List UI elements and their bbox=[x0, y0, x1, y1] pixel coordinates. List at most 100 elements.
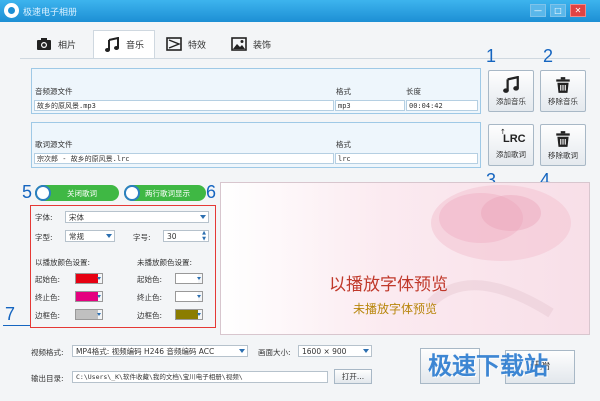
chevron-down-icon bbox=[197, 295, 201, 298]
color-swatch bbox=[176, 274, 198, 283]
toggle-knob bbox=[124, 185, 140, 201]
maximize-button[interactable]: □ bbox=[550, 4, 566, 17]
played-border-color-picker[interactable] bbox=[75, 309, 103, 320]
tab-label: 音乐 bbox=[126, 41, 145, 51]
effects-icon bbox=[166, 37, 182, 51]
remove-music-button[interactable]: 移除音乐 bbox=[540, 70, 586, 112]
app-logo-icon bbox=[4, 3, 19, 18]
played-preview-text: 以播放字体预览 bbox=[329, 275, 448, 295]
chevron-down-icon bbox=[106, 234, 112, 238]
unplayed-end-label: 终止色: bbox=[137, 293, 163, 302]
font-style-select[interactable]: 常规 bbox=[65, 230, 115, 242]
tab-divider bbox=[20, 58, 590, 59]
tab-photos[interactable]: 相片 bbox=[36, 30, 76, 58]
remove-lyrics-button[interactable]: 移除歌词 bbox=[540, 124, 586, 166]
picture-icon bbox=[231, 37, 247, 51]
output-dir-label: 输出目录: bbox=[31, 374, 64, 383]
frame-size-label: 画面大小: bbox=[258, 348, 291, 357]
column-header-length: 长度 bbox=[406, 87, 421, 96]
open-folder-button[interactable]: 打开... bbox=[334, 369, 372, 384]
annotation-6: 6 bbox=[206, 182, 217, 202]
unplayed-start-color-picker[interactable] bbox=[175, 273, 203, 284]
color-swatch bbox=[76, 274, 98, 283]
toggle-knob bbox=[35, 185, 51, 201]
played-start-color-picker[interactable] bbox=[75, 273, 103, 284]
size-value: 30 bbox=[167, 232, 177, 241]
frame-size-value: 1600 × 900 bbox=[302, 347, 347, 356]
lrc-icon: ↑ LRC bbox=[500, 128, 526, 145]
camera-icon bbox=[37, 38, 51, 50]
output-dir-field[interactable]: C:\Users\_K\软件收藏\我的文档\宝川电子相册\视频\ bbox=[72, 371, 328, 383]
column-header-format: 格式 bbox=[336, 87, 351, 96]
button-label: 添加歌词 bbox=[496, 150, 526, 159]
color-swatch bbox=[76, 292, 98, 301]
unplayed-start-label: 起始色: bbox=[137, 275, 163, 284]
audio-file-cell[interactable]: 故乡的原风景.mp3 bbox=[34, 100, 334, 111]
frame-size-select[interactable]: 1600 × 900 bbox=[298, 345, 372, 357]
video-format-label: 视频格式: bbox=[31, 348, 64, 357]
audio-format-cell[interactable]: mp3 bbox=[335, 100, 405, 111]
played-end-color-picker[interactable] bbox=[75, 291, 103, 302]
add-lyrics-button[interactable]: ↑ LRC 添加歌词 bbox=[488, 124, 534, 166]
add-music-button[interactable]: 添加音乐 bbox=[488, 70, 534, 112]
chevron-down-icon bbox=[200, 215, 206, 219]
music-note-icon bbox=[503, 76, 519, 93]
chevron-down-icon bbox=[97, 295, 101, 298]
font-select[interactable]: 宋体 bbox=[65, 211, 209, 223]
color-swatch bbox=[176, 292, 198, 301]
font-size-stepper[interactable]: 30 ▲ ▼ bbox=[163, 230, 209, 242]
lyrics-format-cell[interactable]: lrc bbox=[335, 153, 478, 164]
trash-icon bbox=[556, 131, 570, 147]
video-format-select[interactable]: MP4格式: 视频编码 H246 音频编码 ACC bbox=[72, 345, 248, 357]
music-note-icon bbox=[105, 36, 119, 52]
chevron-down-icon bbox=[363, 349, 369, 353]
color-swatch bbox=[176, 310, 198, 319]
column-header-format: 格式 bbox=[336, 140, 351, 149]
chevron-down-icon bbox=[197, 277, 201, 280]
size-label: 字号: bbox=[133, 233, 151, 242]
played-start-label: 起始色: bbox=[35, 275, 61, 284]
style-label: 字型: bbox=[35, 233, 53, 242]
audio-length-cell[interactable]: 00:04:42 bbox=[406, 100, 478, 111]
color-swatch bbox=[76, 310, 98, 319]
unplayed-end-color-picker[interactable] bbox=[175, 291, 203, 302]
column-header-audio-file: 音频源文件 bbox=[35, 87, 73, 96]
unplayed-color-title: 未播放颜色设置: bbox=[137, 258, 193, 267]
lyrics-preview-area: 以播放字体预览 未播放字体预览 bbox=[220, 182, 590, 335]
watermark-text: 极速下载站 bbox=[428, 352, 548, 380]
tab-music[interactable]: 音乐 bbox=[93, 30, 156, 58]
played-end-label: 终止色: bbox=[35, 293, 61, 302]
tab-label: 相片 bbox=[58, 40, 77, 51]
lyrics-file-cell[interactable]: 宗次郎 - 故乡的原风景.lrc bbox=[34, 153, 334, 164]
font-label: 字体: bbox=[35, 213, 53, 222]
title-bar: 极速电子相册 — □ ✕ bbox=[0, 0, 600, 22]
tab-label: 特效 bbox=[188, 40, 207, 51]
annotation-7: 7 bbox=[5, 304, 16, 324]
font-settings-panel: 字体: 宋体 字型: 常规 字号: 30 ▲ ▼ 以播放颜色设置: 未播放颜色设置… bbox=[30, 205, 216, 328]
audio-file-table: 音频源文件 格式 长度 故乡的原风景.mp3 mp3 00:04:42 bbox=[31, 68, 481, 114]
annotation-5: 5 bbox=[22, 182, 33, 202]
unplayed-border-color-picker[interactable] bbox=[175, 309, 203, 320]
tab-decoration[interactable]: 装饰 bbox=[231, 30, 271, 58]
lrc-glyph: LRC bbox=[503, 133, 526, 145]
close-button[interactable]: ✕ bbox=[570, 4, 586, 17]
font-value: 宋体 bbox=[69, 213, 84, 222]
column-header-lyrics-file: 歌词源文件 bbox=[35, 140, 73, 149]
minimize-button[interactable]: — bbox=[530, 4, 546, 17]
style-value: 常规 bbox=[69, 232, 84, 241]
two-line-lyrics-toggle[interactable]: 两行歌词显示 bbox=[124, 185, 206, 201]
chevron-down-icon bbox=[97, 313, 101, 316]
annotation-7-underline bbox=[3, 325, 33, 326]
unplayed-preview-text: 未播放字体预览 bbox=[353, 302, 438, 316]
button-label: 移除音乐 bbox=[548, 97, 578, 106]
stepper-arrows-icon[interactable]: ▲ ▼ bbox=[202, 230, 206, 242]
close-lyrics-toggle[interactable]: 关闭歌词 bbox=[35, 185, 119, 201]
tab-effects[interactable]: 特效 bbox=[166, 30, 206, 58]
chevron-down-icon bbox=[97, 277, 101, 280]
unplayed-border-label: 边框色: bbox=[137, 311, 163, 320]
video-format-value: MP4格式: 视频编码 H246 音频编码 ACC bbox=[76, 347, 215, 356]
trash-icon bbox=[556, 77, 570, 93]
window-title: 极速电子相册 bbox=[23, 8, 78, 18]
played-border-label: 边框色: bbox=[35, 311, 61, 320]
annotation-2: 2 bbox=[543, 46, 554, 66]
